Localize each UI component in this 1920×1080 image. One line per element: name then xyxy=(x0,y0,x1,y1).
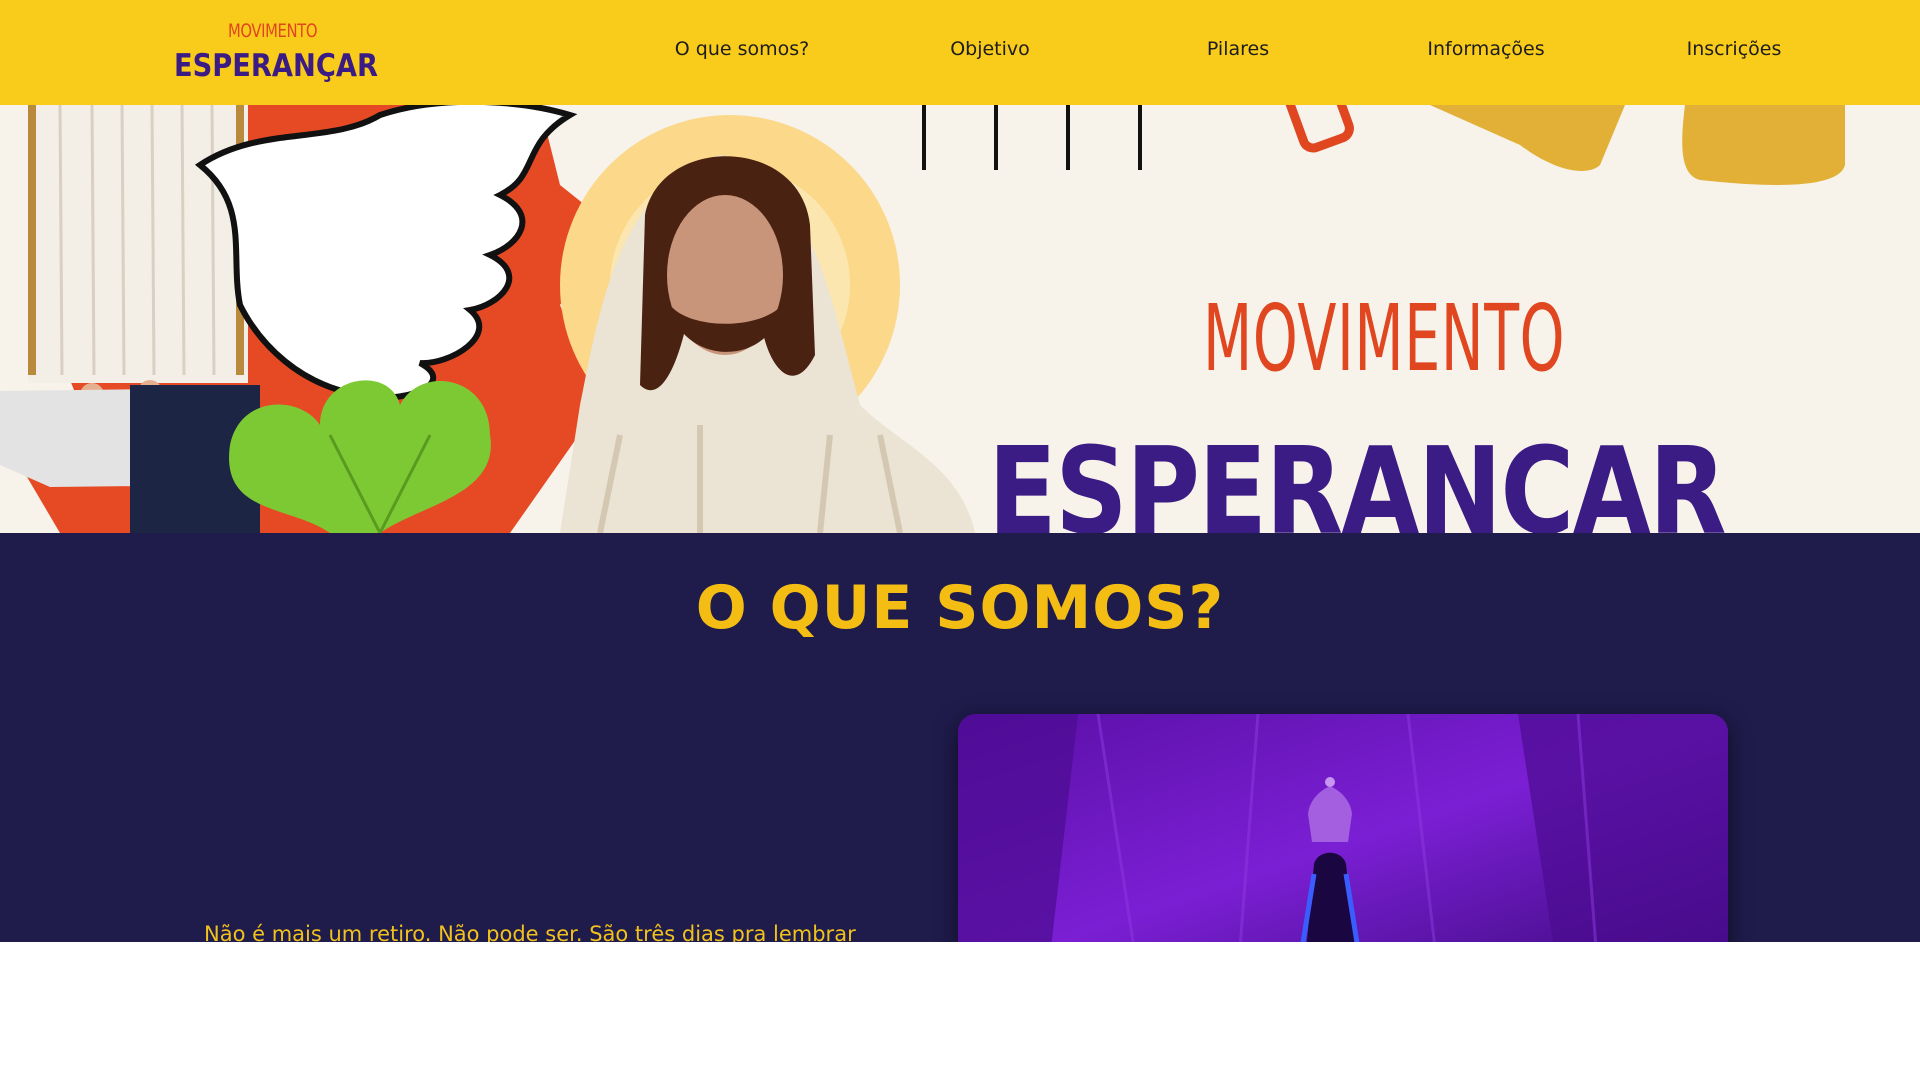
statue-photo xyxy=(958,714,1728,942)
nav-link-informacoes[interactable]: Informações xyxy=(1427,38,1544,60)
nav-link-pilares[interactable]: Pilares xyxy=(1207,38,1269,60)
brand-logo[interactable]: MOVIMENTO ESPERANÇAR xyxy=(174,18,384,88)
navbar: MOVIMENTO ESPERANÇAR O que somos? Objeti… xyxy=(0,0,1920,105)
decor-lines xyxy=(922,105,1142,170)
nav-link-o-que-somos[interactable]: O que somos? xyxy=(675,38,809,60)
hero-title: ESPERANÇAR xyxy=(988,423,1727,534)
nav-link-objetivo[interactable]: Objetivo xyxy=(950,38,1030,60)
about-title: O QUE SOMOS? xyxy=(695,573,1225,643)
about-photo xyxy=(958,714,1728,942)
hero-banner: MOVIMENTO ESPERANÇAR 2023 xyxy=(0,105,1920,533)
decor-mustard-shape-2 xyxy=(1682,105,1845,185)
brand-logo-bottom: ESPERANÇAR xyxy=(174,48,379,84)
main-nav: O que somos? Objetivo Pilares Informaçõe… xyxy=(620,0,1860,105)
about-section: O QUE SOMOS? Não é mais um retiro. Não p… xyxy=(0,533,1920,942)
decor-mustard-shape-1 xyxy=(1430,105,1625,171)
decor-orange-shape xyxy=(1278,105,1354,153)
page-bottom-blank xyxy=(0,942,1920,1080)
hero-movimento-text: MOVIMENTO xyxy=(1203,285,1566,392)
nav-link-inscricoes[interactable]: Inscrições xyxy=(1687,38,1782,60)
about-text: Não é mais um retiro. Não pode ser. São … xyxy=(204,922,856,942)
brand-logo-top: MOVIMENTO xyxy=(228,20,318,42)
